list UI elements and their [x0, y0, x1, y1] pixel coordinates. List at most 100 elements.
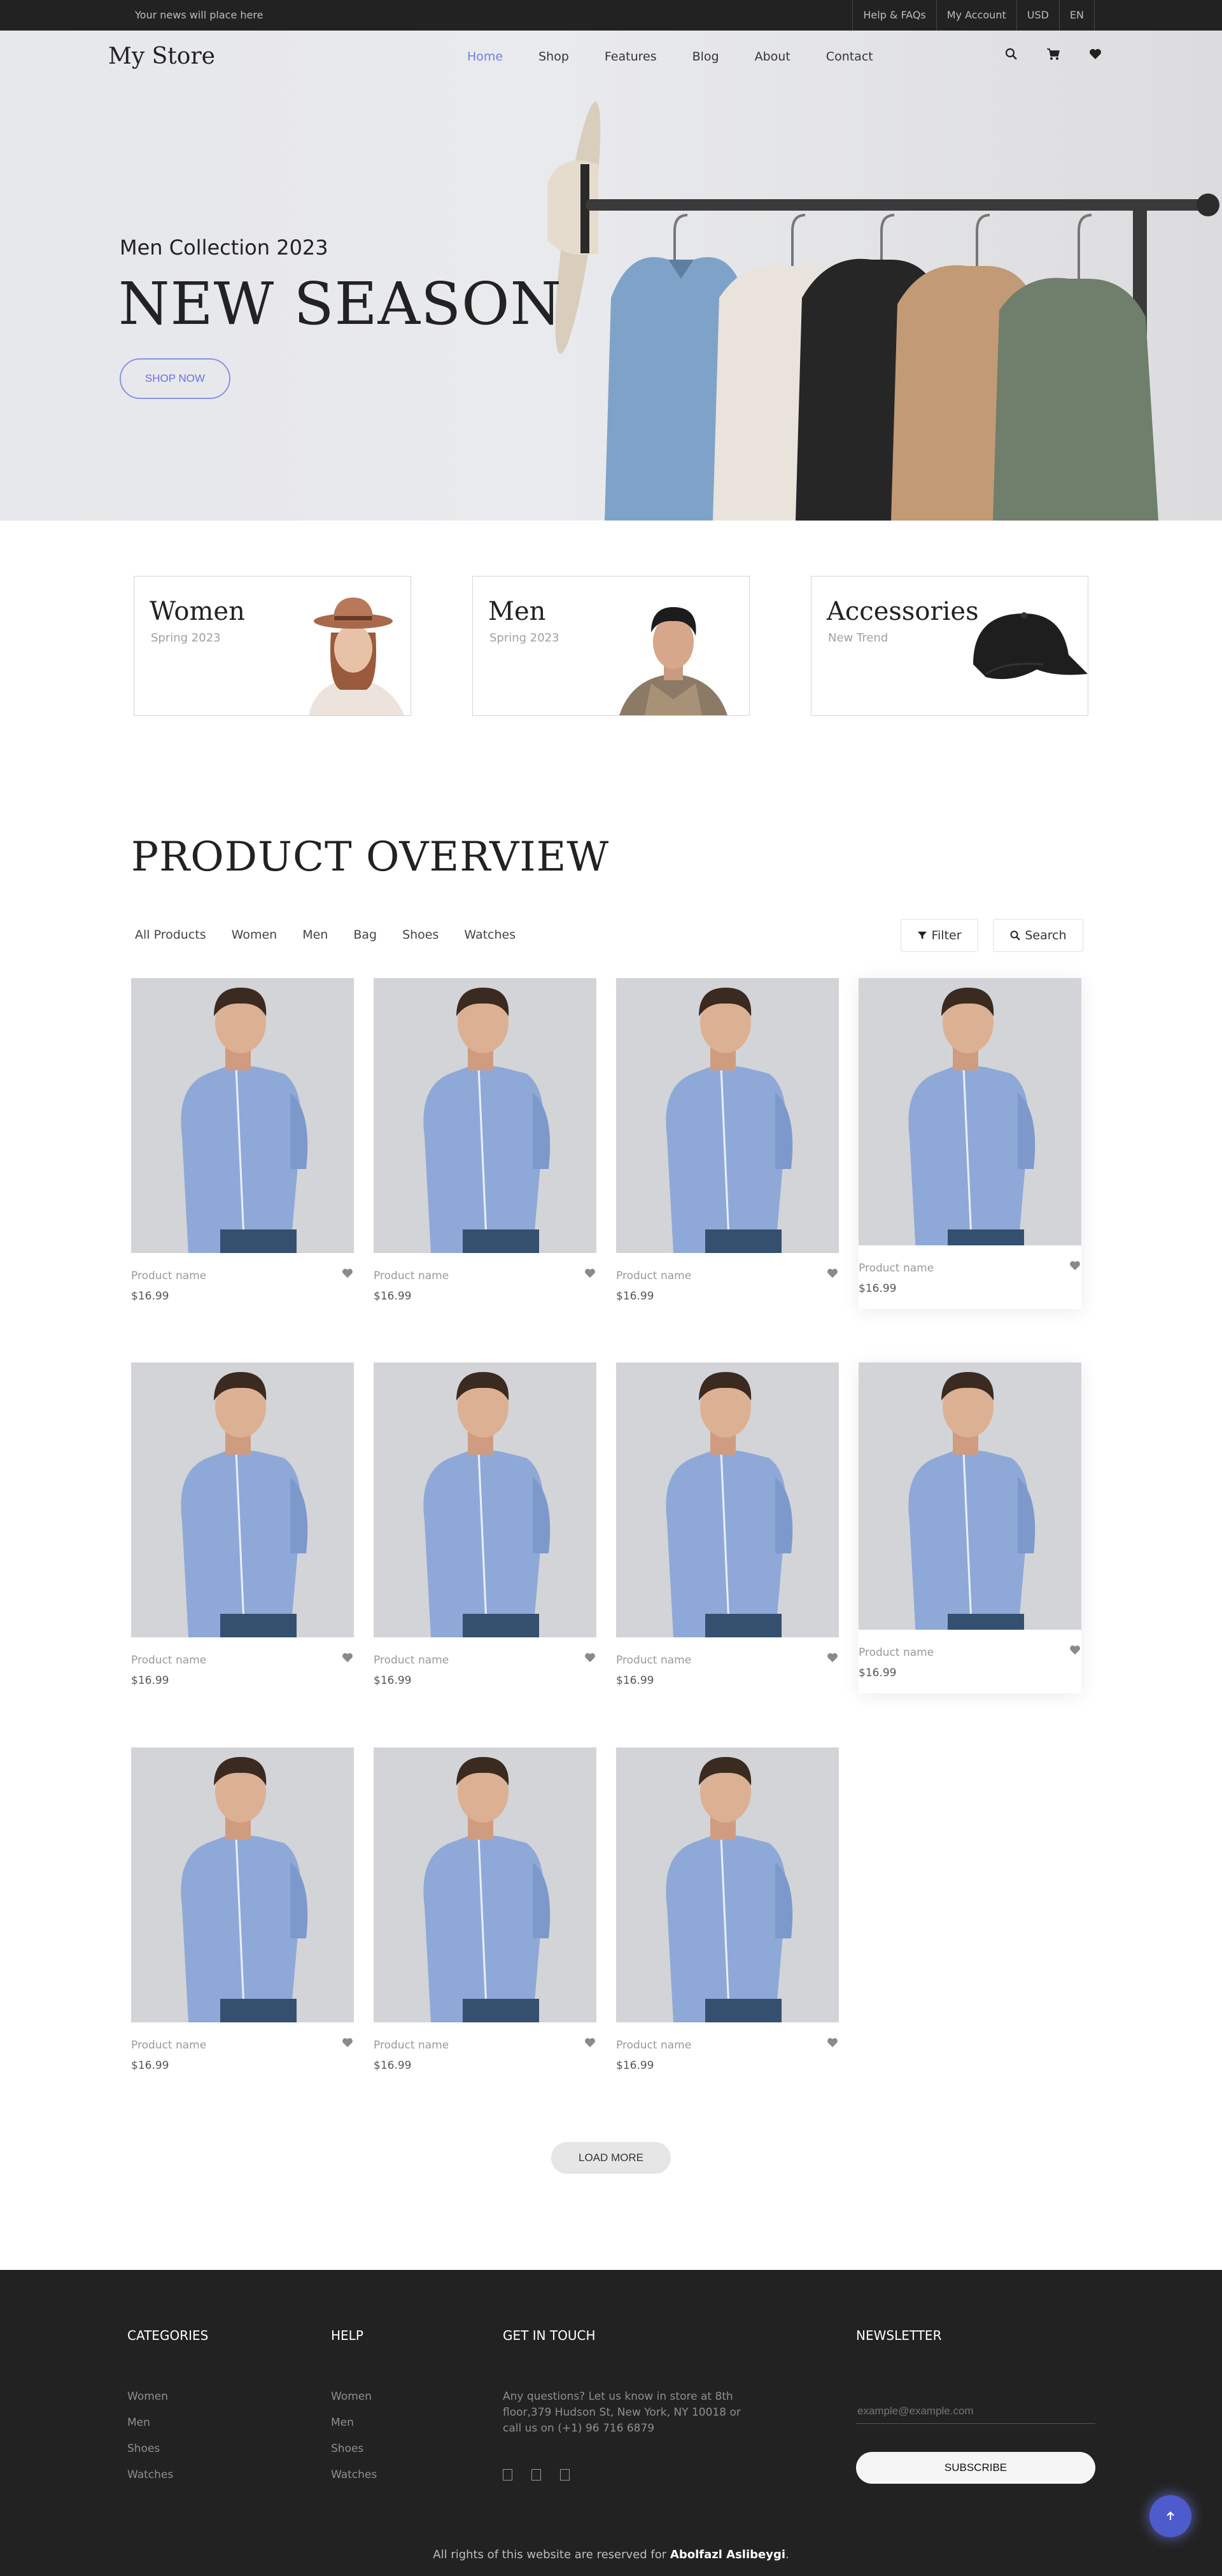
product-image[interactable]	[131, 1362, 354, 1637]
product-image[interactable]	[374, 1747, 596, 2022]
wishlist-heart-icon[interactable]	[341, 1651, 354, 1664]
product-image[interactable]	[616, 1747, 839, 2022]
product-card[interactable]: Product name $16.99	[859, 978, 1081, 1309]
product-card[interactable]: Product name $16.99	[616, 978, 839, 1303]
language-selector[interactable]: EN	[1058, 0, 1095, 31]
nav-about[interactable]: About	[755, 50, 790, 64]
footer-category-women[interactable]: Women	[127, 2390, 168, 2403]
my-account-link[interactable]: My Account	[936, 0, 1016, 31]
wishlist-heart-icon[interactable]	[826, 1267, 839, 1280]
filter-women[interactable]: Women	[232, 928, 277, 942]
filter-button[interactable]: Filter	[901, 919, 978, 952]
product-card[interactable]: Product name $16.99	[131, 1747, 354, 2072]
product-image[interactable]	[374, 978, 596, 1253]
product-card[interactable]: Product name $16.99	[616, 1747, 839, 2072]
instagram-icon[interactable]	[531, 2469, 541, 2481]
filter-icon	[918, 932, 927, 939]
product-price: $16.99	[616, 1290, 654, 1303]
nav-contact[interactable]: Contact	[826, 50, 873, 64]
product-image[interactable]	[131, 1747, 354, 2022]
product-image[interactable]	[859, 978, 1081, 1245]
product-name[interactable]: Product name	[131, 1654, 206, 1667]
copyright-period: .	[785, 2548, 789, 2561]
nav-shop[interactable]: Shop	[538, 50, 569, 64]
product-price: $16.99	[374, 1674, 412, 1687]
product-image[interactable]	[616, 978, 839, 1253]
contact-text: Any questions? Let us know in store at 8…	[503, 2390, 741, 2435]
product-image[interactable]	[131, 978, 354, 1253]
product-image-photo	[131, 1747, 354, 2022]
footer-category-men[interactable]: Men	[127, 2416, 150, 2429]
footer-help-women[interactable]: Women	[331, 2390, 372, 2403]
load-more-button[interactable]: LOAD MORE	[551, 2142, 671, 2174]
wishlist-heart-icon[interactable]	[1069, 1644, 1081, 1656]
footer-help-men[interactable]: Men	[331, 2416, 354, 2429]
women-model-image	[309, 598, 404, 715]
pinterest-icon[interactable]	[560, 2469, 570, 2481]
search-button[interactable]: Search	[993, 919, 1083, 952]
arrow-up-icon	[1167, 2511, 1174, 2520]
shop-now-button[interactable]: SHOP NOW	[120, 358, 230, 399]
product-card[interactable]: Product name $16.99	[374, 1362, 596, 1687]
product-card[interactable]: Product name $16.99	[616, 1362, 839, 1687]
product-name[interactable]: Product name	[374, 1654, 449, 1667]
wishlist-heart-icon[interactable]	[584, 2036, 596, 2049]
subscribe-button[interactable]: SUBSCRIBE	[856, 2452, 1095, 2484]
category-title: Accessories	[827, 597, 979, 626]
product-card[interactable]: Product name $16.99	[131, 1362, 354, 1687]
product-image[interactable]	[859, 1362, 1081, 1630]
wishlist-heart-icon[interactable]	[1069, 1259, 1081, 1272]
product-card[interactable]: Product name $16.99	[374, 1747, 596, 2072]
product-name[interactable]: Product name	[616, 1270, 691, 1282]
facebook-icon[interactable]	[503, 2469, 512, 2481]
footer-category-watches[interactable]: Watches	[127, 2468, 173, 2481]
store-logo[interactable]: My Store	[108, 43, 215, 69]
filter-all-products[interactable]: All Products	[135, 928, 206, 942]
wishlist-heart-icon[interactable]	[584, 1651, 596, 1664]
product-card[interactable]: Product name $16.99	[374, 978, 596, 1303]
wishlist-heart-icon[interactable]	[826, 1651, 839, 1664]
search-icon[interactable]	[1004, 47, 1018, 61]
back-to-top-button[interactable]	[1149, 2495, 1191, 2537]
help-faqs-link[interactable]: Help & FAQs	[852, 0, 936, 31]
cart-icon[interactable]	[1046, 47, 1060, 61]
category-women[interactable]: Women Spring 2023	[134, 576, 411, 716]
category-accessories[interactable]: Accessories New Trend	[811, 576, 1088, 716]
product-name[interactable]: Product name	[616, 2039, 691, 2052]
wishlist-heart-icon[interactable]	[826, 2036, 839, 2049]
nav-features[interactable]: Features	[605, 50, 657, 64]
product-name[interactable]: Product name	[131, 2039, 206, 2052]
filter-watches[interactable]: Watches	[464, 928, 516, 942]
wishlist-heart-icon[interactable]	[341, 1267, 354, 1280]
footer-help-title: HELP	[331, 2328, 363, 2343]
wishlist-heart-icon[interactable]	[341, 2036, 354, 2049]
footer-help-shoes[interactable]: Shoes	[331, 2442, 363, 2455]
nav-blog[interactable]: Blog	[692, 50, 719, 64]
product-image-photo	[859, 1362, 1081, 1630]
product-image-photo	[374, 1362, 596, 1637]
footer-help-watches[interactable]: Watches	[331, 2468, 377, 2481]
product-name[interactable]: Product name	[616, 1654, 691, 1667]
currency-selector[interactable]: USD	[1016, 0, 1059, 31]
product-name[interactable]: Product name	[859, 1262, 934, 1275]
filter-tabs: All Products Women Men Bag Shoes Watches	[135, 928, 541, 942]
product-card[interactable]: Product name $16.99	[859, 1362, 1081, 1693]
product-image[interactable]	[374, 1362, 596, 1637]
product-image[interactable]	[616, 1362, 839, 1637]
product-name[interactable]: Product name	[374, 1270, 449, 1282]
newsletter-email-input[interactable]	[856, 2399, 1095, 2424]
product-name[interactable]: Product name	[131, 1270, 206, 1282]
nav-home[interactable]: Home	[467, 50, 503, 64]
product-price: $16.99	[616, 1674, 654, 1687]
product-name[interactable]: Product name	[859, 1646, 934, 1659]
product-name[interactable]: Product name	[374, 2039, 449, 2052]
product-card[interactable]: Product name $16.99	[131, 978, 354, 1303]
copyright-author[interactable]: Abolfazl Aslibeygi	[670, 2548, 785, 2561]
footer-category-shoes[interactable]: Shoes	[127, 2442, 160, 2455]
wishlist-heart-icon[interactable]	[584, 1267, 596, 1280]
filter-bag[interactable]: Bag	[353, 928, 377, 942]
filter-shoes[interactable]: Shoes	[402, 928, 439, 942]
filter-men[interactable]: Men	[302, 928, 328, 942]
heart-icon[interactable]	[1088, 47, 1102, 61]
category-men[interactable]: Men Spring 2023	[472, 576, 750, 716]
